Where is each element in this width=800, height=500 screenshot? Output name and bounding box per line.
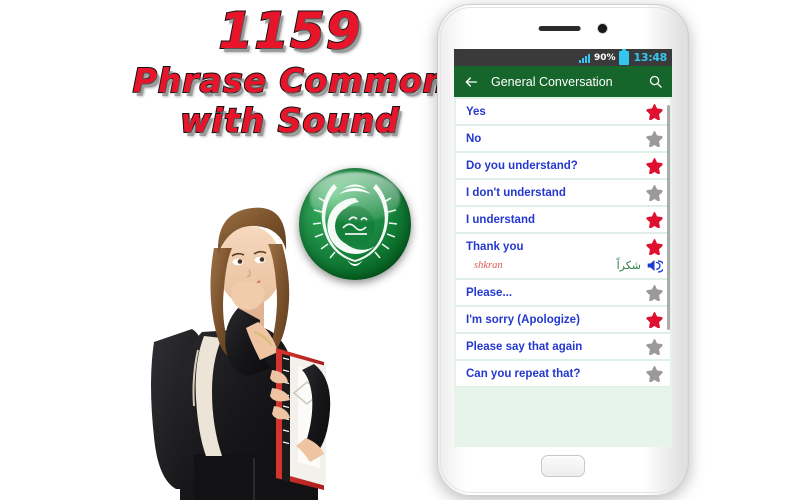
star-filled-icon[interactable] — [646, 157, 663, 174]
star-empty-icon[interactable] — [646, 338, 663, 355]
list-scrollbar-thumb[interactable] — [667, 105, 670, 330]
battery-percent-label: 90% — [593, 52, 616, 63]
phrase-arabic-text: شكراً — [616, 259, 641, 272]
phrase-label: No — [466, 132, 482, 145]
speaker-icon[interactable] — [646, 258, 663, 273]
phrase-label: Do you understand? — [466, 159, 578, 172]
star-filled-icon[interactable] — [646, 238, 663, 255]
star-empty-icon[interactable] — [646, 130, 663, 147]
phrase-row[interactable]: I understand — [456, 207, 670, 232]
phrase-label: I understand — [466, 213, 536, 226]
phrase-label: I'm sorry (Apologize) — [466, 313, 580, 326]
badge-gloss — [310, 172, 400, 222]
phrase-row[interactable]: Yes — [456, 99, 670, 124]
phrase-row-main: Thank you — [466, 238, 663, 255]
phrase-row[interactable]: Please say that again — [456, 334, 670, 359]
phrase-row[interactable]: I don't understand — [456, 180, 670, 205]
search-icon[interactable] — [648, 74, 663, 89]
star-filled-icon[interactable] — [646, 103, 663, 120]
signal-bars-icon — [578, 53, 590, 63]
status-bar: 90% 13:48 — [454, 49, 672, 66]
promo-phrase-count: 1159 — [217, 2, 362, 60]
page-title: General Conversation — [491, 74, 613, 89]
earpiece-speaker — [538, 26, 581, 31]
promo-banner: 1159 Phrase Common with Sound 90% 13:48 … — [0, 0, 800, 500]
phrase-row[interactable]: Please... — [456, 280, 670, 305]
star-filled-icon[interactable] — [646, 311, 663, 328]
phrase-row[interactable]: No — [456, 126, 670, 151]
list-scrollbar-track — [667, 99, 671, 445]
phrase-label: Please say that again — [466, 340, 583, 353]
phone-screen: 90% 13:48 General Conversation Yes No Do y… — [454, 49, 672, 447]
star-empty-icon[interactable] — [646, 284, 663, 301]
phrase-row[interactable]: I'm sorry (Apologize) — [456, 307, 670, 332]
phrase-transliteration: shkran — [474, 260, 503, 271]
phrase-label: Thank you — [466, 240, 524, 253]
promo-headline: 1159 Phrase Common with Sound — [110, 0, 470, 140]
star-empty-icon[interactable] — [646, 184, 663, 201]
arab-league-badge — [299, 168, 411, 280]
star-filled-icon[interactable] — [646, 211, 663, 228]
phrase-label: Please... — [466, 286, 513, 299]
phrase-row-detail: shkran شكراً — [466, 258, 663, 273]
phone-mockup: 90% 13:48 General Conversation Yes No Do y… — [437, 4, 689, 496]
status-clock: 13:48 — [633, 51, 667, 64]
phrase-label: Yes — [466, 105, 486, 118]
promo-line-2: Phrase Common — [132, 61, 448, 100]
back-arrow-icon[interactable] — [463, 74, 479, 90]
phrase-row[interactable]: Thank you shkran شكراً — [456, 234, 670, 278]
phrase-list[interactable]: Yes No Do you understand? I don't understan… — [454, 97, 672, 447]
phrase-row[interactable]: Do you understand? — [456, 153, 670, 178]
phrase-row[interactable]: Can you repeat that? — [456, 361, 670, 386]
action-bar: General Conversation — [454, 66, 672, 97]
battery-icon — [619, 49, 630, 65]
star-empty-icon[interactable] — [646, 365, 663, 382]
home-button[interactable] — [541, 455, 585, 477]
phrase-label: I don't understand — [466, 186, 566, 199]
promo-line-3: with Sound — [179, 101, 400, 140]
front-camera-icon — [598, 24, 608, 33]
phrase-label: Can you repeat that? — [466, 367, 581, 380]
